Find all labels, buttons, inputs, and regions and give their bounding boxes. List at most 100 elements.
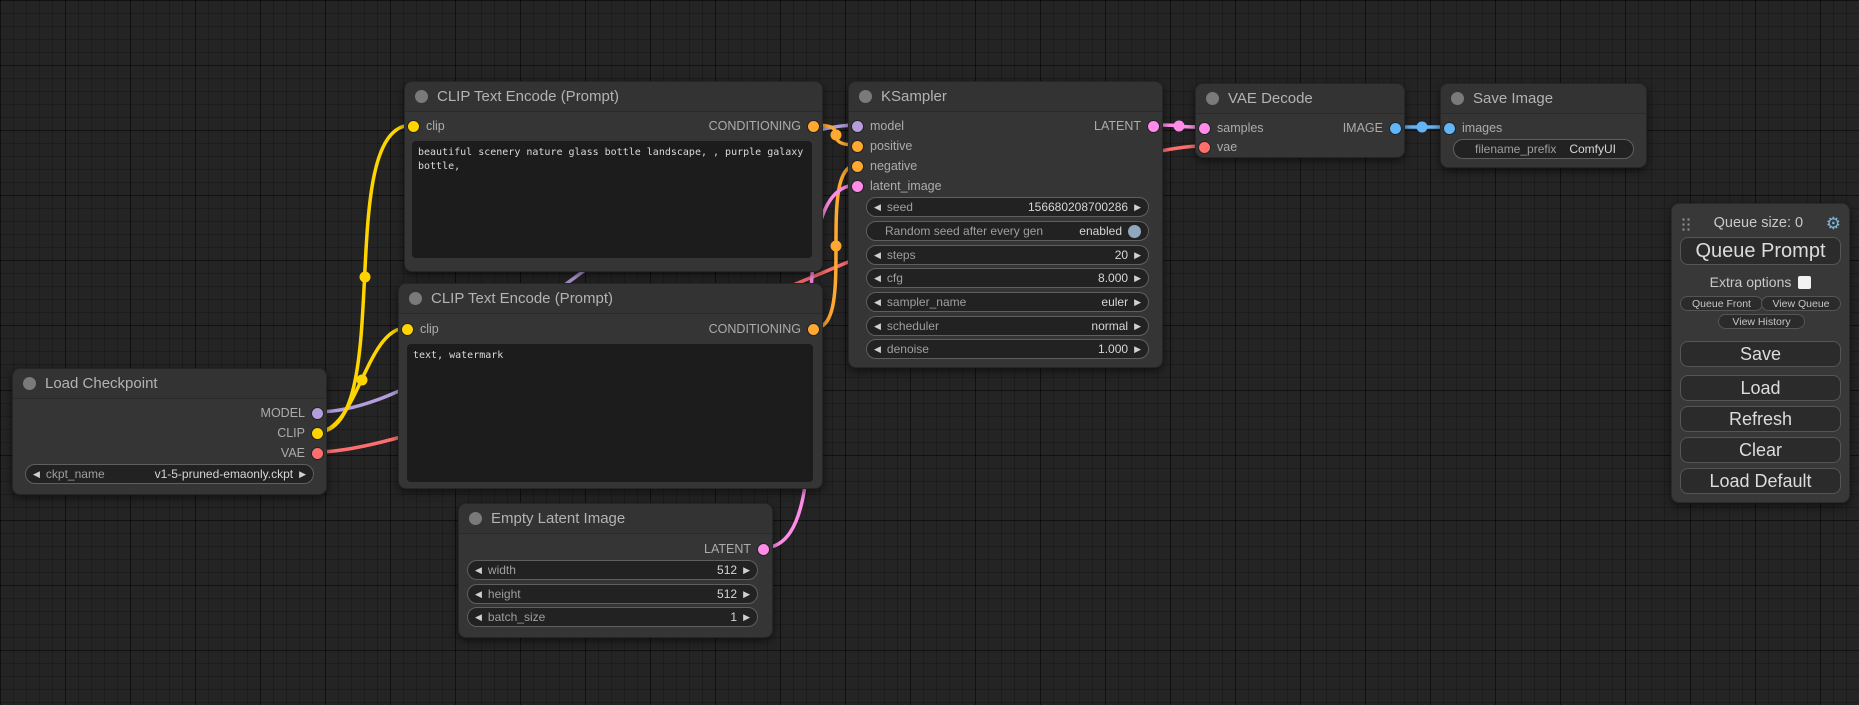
node-title-bar[interactable]: CLIP Text Encode (Prompt): [399, 284, 822, 314]
output-latent[interactable]: LATENT: [704, 542, 769, 556]
ckpt-name-widget[interactable]: ◀ ckpt_name v1-5-pruned-emaonly.ckpt ▶: [25, 464, 314, 484]
clip-port-icon[interactable]: [408, 121, 419, 132]
collapse-dot-icon[interactable]: [859, 90, 872, 103]
queue-menu-panel[interactable]: Queue size: 0 ⚙ Queue Prompt Extra optio…: [1671, 203, 1850, 503]
increment-arrow-icon[interactable]: ▶: [743, 566, 750, 575]
input-clip[interactable]: clip: [402, 322, 439, 336]
view-history-button[interactable]: View History: [1718, 314, 1805, 329]
input-model[interactable]: model: [852, 119, 904, 133]
view-queue-button[interactable]: View Queue: [1761, 296, 1841, 311]
queue-prompt-button[interactable]: Queue Prompt: [1680, 237, 1841, 265]
clip-port-icon[interactable]: [402, 324, 413, 335]
node-title-bar[interactable]: KSampler: [849, 82, 1162, 112]
node-title-bar[interactable]: VAE Decode: [1196, 84, 1404, 114]
node-empty-latent-image[interactable]: Empty Latent Image LATENT ◀ width 512 ▶ …: [458, 503, 773, 638]
decrement-arrow-icon[interactable]: ◀: [475, 613, 482, 622]
latent-port-icon[interactable]: [852, 181, 863, 192]
save-button[interactable]: Save: [1680, 341, 1841, 367]
image-port-icon[interactable]: [1444, 123, 1455, 134]
node-load-checkpoint[interactable]: Load Checkpoint MODEL CLIP VAE ◀ ckpt_na…: [12, 368, 327, 495]
decrement-arrow-icon[interactable]: ◀: [33, 470, 40, 479]
conditioning-port-icon[interactable]: [852, 141, 863, 152]
node-save-image[interactable]: Save Image images filename_prefix ComfyU…: [1440, 83, 1647, 168]
node-title-bar[interactable]: Empty Latent Image: [459, 504, 772, 534]
scheduler-widget[interactable]: ◀ scheduler normal ▶: [866, 316, 1149, 336]
load-button[interactable]: Load: [1680, 375, 1841, 401]
extra-options-checkbox[interactable]: [1798, 276, 1811, 289]
input-samples[interactable]: samples: [1199, 121, 1264, 135]
output-image[interactable]: IMAGE: [1343, 121, 1401, 135]
latent-port-icon[interactable]: [1199, 123, 1210, 134]
input-positive[interactable]: positive: [852, 139, 912, 153]
decrement-arrow-icon[interactable]: ◀: [874, 274, 881, 283]
clear-button[interactable]: Clear: [1680, 437, 1841, 463]
output-conditioning[interactable]: CONDITIONING: [709, 119, 819, 133]
collapse-dot-icon[interactable]: [415, 90, 428, 103]
model-port-icon[interactable]: [852, 121, 863, 132]
decrement-arrow-icon[interactable]: ◀: [874, 322, 881, 331]
increment-arrow-icon[interactable]: ▶: [743, 613, 750, 622]
queue-front-button[interactable]: Queue Front: [1680, 296, 1763, 311]
increment-arrow-icon[interactable]: ▶: [743, 590, 750, 599]
decrement-arrow-icon[interactable]: ◀: [475, 566, 482, 575]
image-port-icon[interactable]: [1390, 123, 1401, 134]
increment-arrow-icon[interactable]: ▶: [299, 470, 306, 479]
node-vae-decode[interactable]: VAE Decode samples vae IMAGE: [1195, 83, 1405, 158]
decrement-arrow-icon[interactable]: ◀: [874, 345, 881, 354]
input-negative[interactable]: negative: [852, 159, 917, 173]
cfg-widget[interactable]: ◀ cfg 8.000 ▶: [866, 268, 1149, 288]
input-clip[interactable]: clip: [408, 119, 445, 133]
output-vae[interactable]: VAE: [281, 446, 323, 460]
increment-arrow-icon[interactable]: ▶: [1134, 322, 1141, 331]
filename-prefix-widget[interactable]: filename_prefix ComfyUI: [1453, 139, 1634, 159]
drag-handle-icon[interactable]: [1680, 216, 1691, 231]
input-vae[interactable]: vae: [1199, 140, 1237, 154]
latent-port-icon[interactable]: [758, 544, 769, 555]
conditioning-port-icon[interactable]: [808, 121, 819, 132]
refresh-button[interactable]: Refresh: [1680, 406, 1841, 432]
collapse-dot-icon[interactable]: [469, 512, 482, 525]
node-ksampler[interactable]: KSampler model positive negative latent_…: [848, 81, 1163, 368]
increment-arrow-icon[interactable]: ▶: [1134, 251, 1141, 260]
latent-port-icon[interactable]: [1148, 121, 1159, 132]
decrement-arrow-icon[interactable]: ◀: [874, 298, 881, 307]
node-title-bar[interactable]: Save Image: [1441, 84, 1646, 114]
output-model[interactable]: MODEL: [261, 406, 323, 420]
increment-arrow-icon[interactable]: ▶: [1134, 274, 1141, 283]
decrement-arrow-icon[interactable]: ◀: [874, 203, 881, 212]
increment-arrow-icon[interactable]: ▶: [1134, 345, 1141, 354]
output-conditioning[interactable]: CONDITIONING: [709, 322, 819, 336]
node-title-bar[interactable]: CLIP Text Encode (Prompt): [405, 82, 822, 112]
height-widget[interactable]: ◀ height 512 ▶: [467, 584, 758, 604]
output-clip[interactable]: CLIP: [277, 426, 323, 440]
increment-arrow-icon[interactable]: ▶: [1134, 203, 1141, 212]
model-port-icon[interactable]: [312, 408, 323, 419]
conditioning-port-icon[interactable]: [852, 161, 863, 172]
negative-prompt-textarea[interactable]: text, watermark: [407, 344, 813, 482]
vae-port-icon[interactable]: [1199, 142, 1210, 153]
decrement-arrow-icon[interactable]: ◀: [475, 590, 482, 599]
collapse-dot-icon[interactable]: [409, 292, 422, 305]
output-latent[interactable]: LATENT: [1094, 119, 1159, 133]
batch-size-widget[interactable]: ◀ batch_size 1 ▶: [467, 607, 758, 627]
collapse-dot-icon[interactable]: [23, 377, 36, 390]
seed-widget[interactable]: ◀ seed 156680208700286 ▶: [866, 197, 1149, 217]
node-clip-text-encode-positive[interactable]: CLIP Text Encode (Prompt) clip CONDITION…: [404, 81, 823, 272]
decrement-arrow-icon[interactable]: ◀: [874, 251, 881, 260]
width-widget[interactable]: ◀ width 512 ▶: [467, 560, 758, 580]
vae-port-icon[interactable]: [312, 448, 323, 459]
node-clip-text-encode-negative[interactable]: CLIP Text Encode (Prompt) clip CONDITION…: [398, 283, 823, 489]
clip-port-icon[interactable]: [312, 428, 323, 439]
input-images[interactable]: images: [1444, 121, 1502, 135]
sampler-name-widget[interactable]: ◀ sampler_name euler ▶: [866, 292, 1149, 312]
load-default-button[interactable]: Load Default: [1680, 468, 1841, 494]
toggle-dot-icon[interactable]: [1128, 225, 1141, 238]
collapse-dot-icon[interactable]: [1451, 92, 1464, 105]
settings-gear-icon[interactable]: ⚙: [1826, 215, 1841, 232]
positive-prompt-textarea[interactable]: beautiful scenery nature glass bottle la…: [412, 141, 812, 258]
node-title-bar[interactable]: Load Checkpoint: [13, 369, 326, 399]
steps-widget[interactable]: ◀ steps 20 ▶: [866, 245, 1149, 265]
collapse-dot-icon[interactable]: [1206, 92, 1219, 105]
input-latent-image[interactable]: latent_image: [852, 179, 942, 193]
conditioning-port-icon[interactable]: [808, 324, 819, 335]
